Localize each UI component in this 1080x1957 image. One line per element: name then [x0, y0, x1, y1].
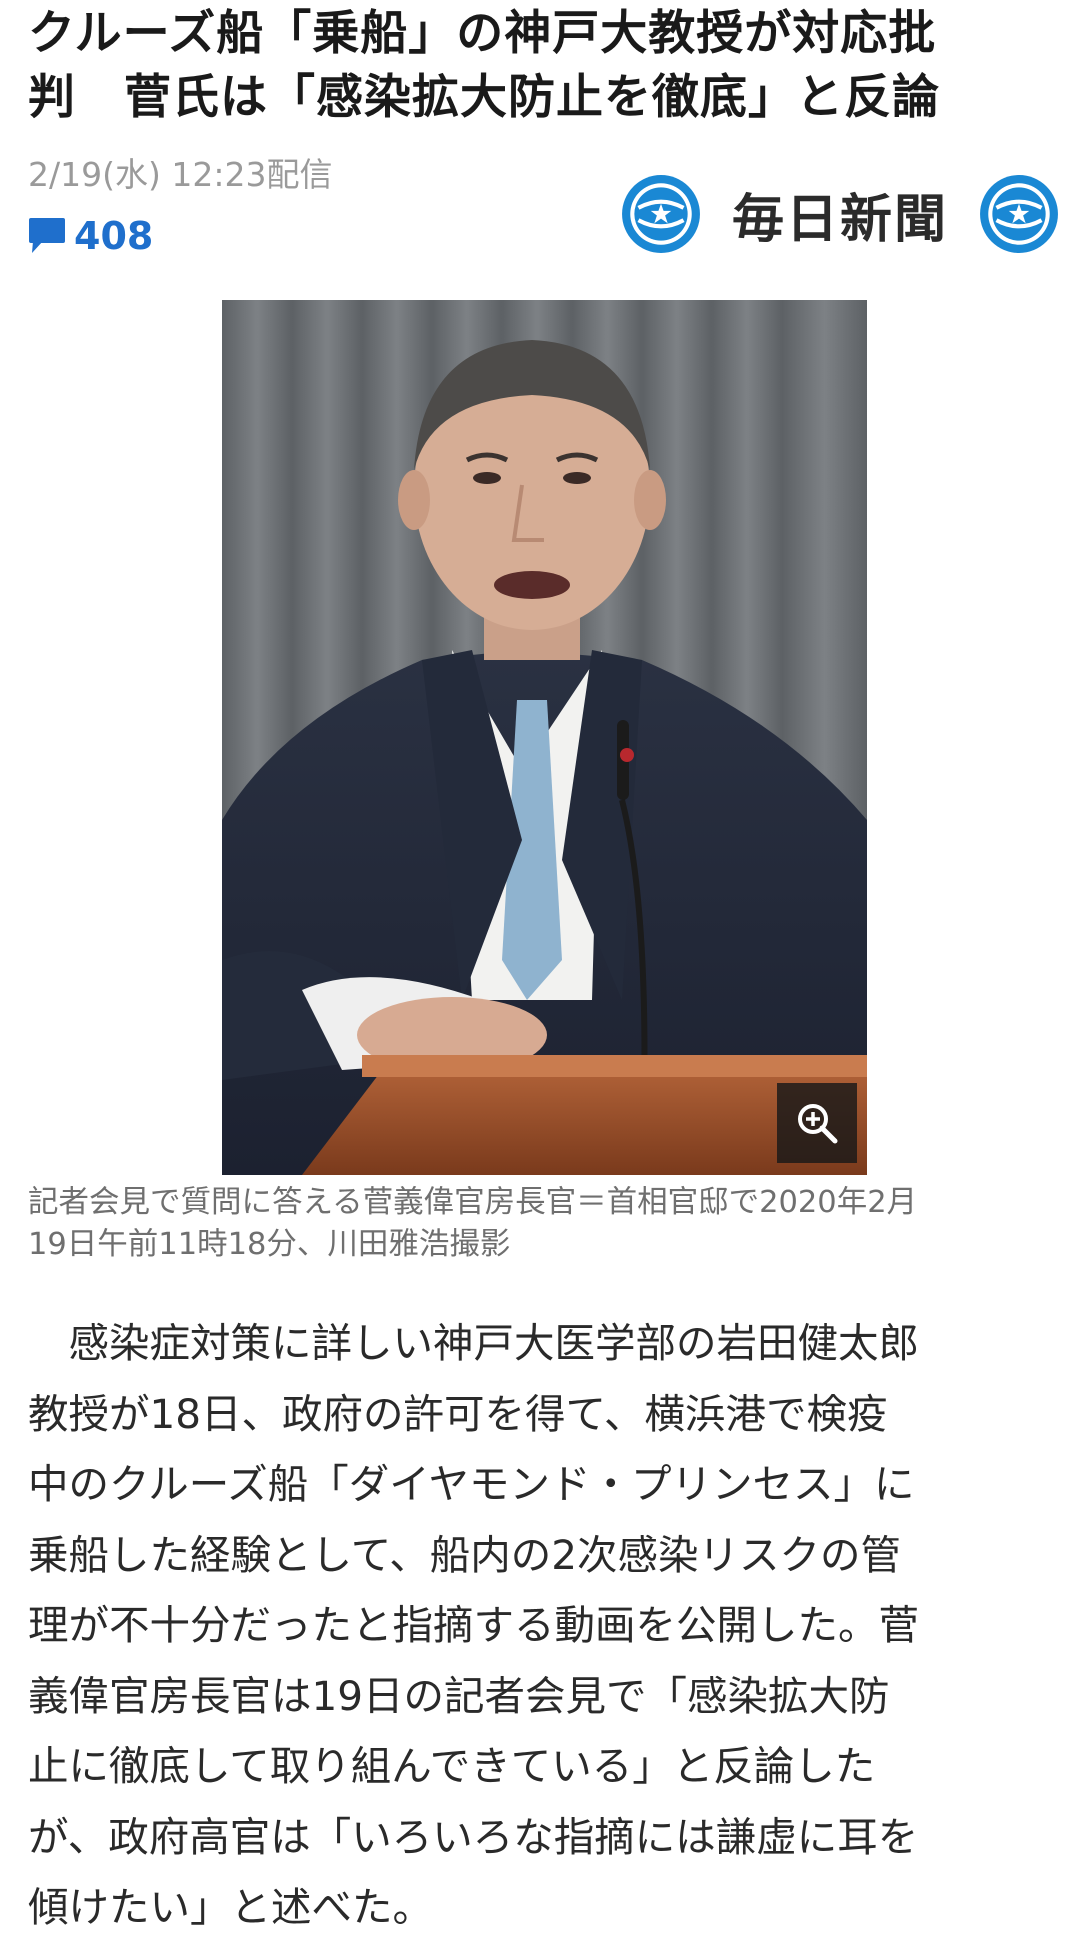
caption-line: 記者会見で質問に答える菅義偉官房長官＝首相官邸で2020年2月 — [28, 1185, 918, 1220]
comment-count: 408 — [74, 214, 154, 258]
comment-count-link[interactable]: 408 — [28, 212, 153, 260]
publisher-name: 毎日新聞 — [731, 188, 948, 250]
article-body: 感染症対策に詳しい神戸大医学部の岩田健太郎 教授が18日、政府の許可を得て、横浜… — [28, 1308, 1058, 1943]
headline-line: 判 菅氏は「感染拡大防止を徹底」と反論 — [28, 70, 940, 125]
body-line: が、政府高官は「いろいろな指摘には謙虚に耳を — [28, 1812, 919, 1861]
publisher-logo[interactable]: 毎日新聞 — [620, 166, 1060, 262]
body-line: 理が不十分だったと指摘する動画を公開した。菅 — [28, 1601, 919, 1649]
body-line: 感染症対策に詳しい神戸大医学部の岩田健太郎 — [28, 1319, 919, 1367]
body-line: 止に徹底して取り組んできている」と反論した — [28, 1742, 876, 1790]
caption-line: 19日午前11時18分、川田雅浩撮影 — [28, 1227, 511, 1262]
speech-bubble-icon — [29, 218, 65, 253]
zoom-button[interactable] — [777, 1083, 857, 1163]
mainichi-emblem-icon — [622, 175, 700, 253]
publish-datetime: 2/19(水) 12:23配信 — [28, 155, 333, 194]
photo-caption: 記者会見で質問に答える菅義偉官房長官＝首相官邸で2020年2月 19日午前11時… — [28, 1182, 1058, 1266]
article-photo[interactable] — [222, 300, 867, 1175]
body-line: 傾けたい」と述べた。 — [28, 1883, 433, 1931]
headline-line: クルーズ船「乗船」の神戸大教授が対応批 — [28, 6, 937, 61]
body-line: 教授が18日、政府の許可を得て、横浜港で検疫 — [28, 1389, 888, 1438]
body-line: 義偉官房長官は19日の記者会見で「感染拡大防 — [28, 1671, 890, 1720]
body-line: 中のクルーズ船「ダイヤモンド・プリンセス」に — [28, 1460, 915, 1508]
photo-illustration — [222, 300, 867, 1175]
zoom-in-icon — [798, 1104, 838, 1144]
article-headline: クルーズ船「乗船」の神戸大教授が対応批 判 菅氏は「感染拡大防止を徹底」と反論 — [28, 2, 1058, 130]
body-line: 乗船した経験として、船内の2次感染リスクの管 — [28, 1530, 902, 1579]
mainichi-emblem-icon — [980, 175, 1058, 253]
